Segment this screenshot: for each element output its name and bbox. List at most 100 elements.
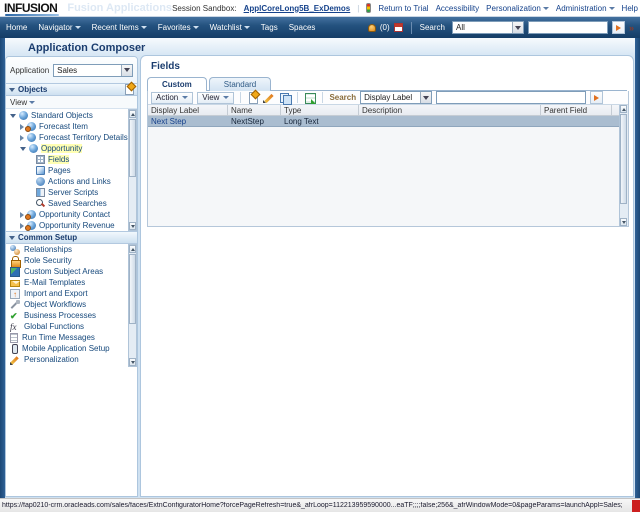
tree-item-actions-and-links[interactable]: Actions and Links	[6, 176, 137, 187]
table-empty-area	[148, 127, 628, 226]
tree-item-pages[interactable]: Pages	[6, 165, 137, 176]
objects-view-menu[interactable]: View	[6, 96, 137, 109]
column-name[interactable]: Name	[228, 105, 281, 115]
scrollbar-thumb[interactable]	[129, 254, 136, 324]
scroll-down-icon[interactable]	[620, 218, 627, 226]
fields-tabs: Custom Standard	[147, 76, 627, 91]
fields-icon	[36, 155, 45, 164]
column-parent-field[interactable]: Parent Field	[541, 105, 612, 115]
create-field-icon[interactable]	[247, 91, 259, 104]
column-type[interactable]: Type	[281, 105, 359, 115]
search-go-button[interactable]	[611, 21, 625, 34]
scrollbar-thumb[interactable]	[129, 119, 136, 177]
column-description[interactable]: Description	[359, 105, 541, 115]
tree-item-opportunity-revenue[interactable]: Opportunity Revenue	[6, 220, 137, 231]
tree-item-opportunity-contact[interactable]: Opportunity Contact	[6, 209, 137, 220]
scroll-down-icon[interactable]	[129, 358, 136, 366]
tree-item-saved-searches[interactable]: Saved Searches	[6, 198, 137, 209]
export-to-excel-icon[interactable]	[304, 92, 317, 104]
scroll-up-icon[interactable]	[620, 105, 627, 113]
notifications-bell-icon[interactable]	[367, 23, 376, 32]
fields-toolbar: Action View Search Display Label	[148, 91, 628, 105]
common-setup-mobile-application-setup[interactable]: Mobile Application Setup	[6, 343, 137, 354]
scroll-down-icon[interactable]	[129, 222, 136, 230]
toolbar-divider	[297, 92, 299, 103]
expand-icon[interactable]	[20, 146, 26, 151]
common-setup-header[interactable]: Common Setup	[6, 231, 137, 244]
nav-home[interactable]: Home	[6, 23, 27, 32]
nav-navigator[interactable]: Navigator	[38, 23, 81, 32]
common-setup-relationships[interactable]: Relationships	[6, 244, 137, 255]
view-menu-button[interactable]: View	[197, 91, 235, 104]
application-select[interactable]: Sales	[53, 63, 133, 77]
collapsed-icon[interactable]	[20, 134, 24, 141]
table-row[interactable]: Next Step NextStep Long Text	[148, 116, 628, 127]
tree-item-opportunity[interactable]: Opportunity	[6, 143, 137, 154]
scroll-up-icon[interactable]	[129, 245, 136, 253]
common-setup-run-time-messages[interactable]: Run Time Messages	[6, 332, 137, 343]
tree-item-server-scripts[interactable]: Server Scripts	[6, 187, 137, 198]
nav-favorites[interactable]: Favorites	[158, 23, 199, 32]
personalization-menu[interactable]: Personalization	[486, 4, 549, 13]
table-search-go-button[interactable]	[590, 91, 604, 104]
new-object-icon[interactable]	[125, 84, 134, 95]
common-setup-role-security[interactable]: Role Security	[6, 255, 137, 268]
calendar-icon[interactable]	[393, 23, 403, 32]
tree-item-forecast-territory-details[interactable]: Forecast Territory Details	[6, 132, 137, 143]
nav-spaces[interactable]: Spaces	[289, 23, 316, 32]
common-setup-scrollbar[interactable]	[128, 244, 137, 367]
common-setup-personalization[interactable]: Personalization	[6, 354, 137, 365]
tree-item-fields[interactable]: Fields	[6, 154, 137, 165]
common-setup-object-workflows[interactable]: Object Workflows	[6, 299, 137, 310]
expand-icon[interactable]	[10, 113, 16, 118]
envelope-icon	[10, 280, 20, 287]
session-sandbox-link[interactable]: ApplCoreLong5B_ExDemos	[244, 4, 351, 13]
search-scope-select[interactable]: All	[451, 21, 524, 34]
object-sphere-icon	[29, 144, 38, 153]
action-menu-button[interactable]: Action	[151, 91, 194, 104]
help-menu[interactable]: Help	[622, 4, 640, 13]
common-setup-business-processes[interactable]: Business Processes	[6, 310, 137, 321]
nav-tags[interactable]: Tags	[261, 23, 278, 32]
tab-standard[interactable]: Standard	[208, 77, 272, 91]
application-selector-row: Application Sales	[6, 57, 137, 83]
nav-watchlist[interactable]: Watchlist	[210, 23, 250, 32]
application-window: INFUSION Fusion Applications Session San…	[0, 0, 640, 512]
table-scrollbar[interactable]	[619, 105, 628, 226]
column-display-label[interactable]: Display Label	[148, 105, 228, 115]
search-by-select[interactable]: Display Label	[360, 91, 433, 104]
field-display-label-link[interactable]: Next Step	[148, 116, 228, 126]
content-area: Application Composer Application Sales O…	[0, 38, 640, 498]
objects-tree-scrollbar[interactable]	[128, 109, 137, 231]
common-setup-title: Common Setup	[18, 233, 78, 242]
scrollbar-thumb[interactable]	[620, 114, 627, 204]
tree-item-forecast-item[interactable]: Forecast Item	[6, 121, 137, 132]
common-setup-custom-subject-areas[interactable]: Custom Subject Areas	[6, 266, 137, 277]
common-setup-global-functions[interactable]: Global Functions	[6, 321, 137, 332]
return-to-trial-link[interactable]: Return to Trial	[378, 4, 428, 13]
scroll-up-icon[interactable]	[129, 110, 136, 118]
nav-recent-items[interactable]: Recent Items	[92, 23, 147, 32]
dropdown-arrow-icon	[420, 92, 432, 103]
collapsed-icon[interactable]	[20, 123, 24, 130]
duplicate-field-icon[interactable]	[279, 92, 293, 105]
accessibility-link[interactable]: Accessibility	[436, 4, 480, 13]
collapsed-icon[interactable]	[20, 222, 24, 229]
collapsed-icon[interactable]	[20, 211, 24, 218]
edit-field-icon[interactable]	[263, 92, 275, 104]
common-setup-email-templates[interactable]: E-Mail Templates	[6, 277, 137, 288]
table-search-input[interactable]	[436, 91, 587, 104]
function-icon	[10, 322, 20, 332]
global-search-input[interactable]	[527, 21, 608, 34]
tab-custom[interactable]: Custom	[147, 77, 207, 91]
administration-menu[interactable]: Administration	[556, 4, 615, 13]
arrow-right-icon	[594, 94, 600, 101]
advanced-search-icon[interactable]: »	[629, 23, 634, 33]
tree-item-standard-objects[interactable]: Standard Objects	[6, 110, 137, 121]
global-search-label: Search	[419, 23, 445, 32]
objects-panel-header[interactable]: Objects	[6, 83, 137, 96]
chevron-down-icon	[542, 6, 549, 10]
common-setup-import-export[interactable]: Import and Export	[6, 288, 137, 299]
page-title: Application Composer	[28, 42, 146, 54]
chevron-down-icon	[29, 100, 36, 104]
